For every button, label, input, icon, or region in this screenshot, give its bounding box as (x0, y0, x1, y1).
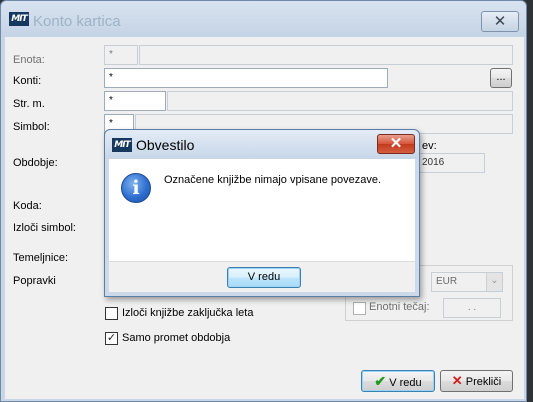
enotni-tecaj-field[interactable]: . . (443, 298, 501, 318)
konti-label: Konti: (13, 75, 42, 87)
currency-select[interactable]: EUR ⌄ (431, 272, 503, 292)
samo-promet-label: Samo promet obdobja (122, 332, 231, 344)
konti-field[interactable]: * (104, 68, 388, 88)
green-check-icon: ✔ (374, 373, 387, 389)
obvestilo-dialog: MIT Obvestilo ✕ i Označene knjižbe nimaj… (104, 129, 420, 297)
cancel-button-label: Prekliči (465, 376, 502, 388)
obdobje-label: Obdobje: (13, 157, 58, 169)
ok-button[interactable]: ✔ V redu (361, 370, 435, 392)
dialog-body: i Označene knjižbe nimajo vpisane poveza… (109, 159, 415, 292)
izloci-zakljucka-label: Izloči knjižbe zaključka leta (122, 307, 254, 319)
koda-label: Koda: (13, 200, 42, 212)
chevron-down-icon[interactable]: ⌄ (486, 273, 502, 291)
dialog-message: Označene knjižbe nimajo vpisane povezave… (164, 174, 382, 186)
dialog-title-bar[interactable]: MIT Obvestilo ✕ (105, 130, 419, 159)
enota-field[interactable]: * (104, 45, 138, 65)
currency-value: EUR (436, 276, 458, 287)
ok-button-label: V redu (389, 377, 422, 389)
popravki-label: Popravki (13, 275, 56, 287)
samo-promet-checkbox[interactable]: ✓ (105, 332, 118, 345)
strm-field[interactable]: * (104, 91, 166, 111)
main-close-button[interactable]: ✕ (481, 11, 519, 32)
enota-label: Enota: (13, 54, 45, 66)
cancel-button[interactable]: ✕ Prekliči (440, 370, 513, 392)
info-icon: i (121, 173, 151, 203)
dialog-title: Obvestilo (136, 137, 195, 153)
dialog-close-button[interactable]: ✕ (377, 134, 415, 154)
izloci-simbol-label: Izloči simbol: (13, 222, 76, 234)
dialog-ok-button[interactable]: V redu (227, 267, 301, 288)
red-x-icon: ✕ (451, 373, 463, 388)
obdobje-date-field[interactable]: 2016 (417, 153, 485, 173)
enota-name-field (139, 45, 513, 65)
temeljnice-label: Temeljnice: (13, 252, 69, 264)
app-logo-icon: MIT (9, 12, 29, 26)
konti-browse-button[interactable]: ... (490, 68, 512, 88)
obdobje-partial-label: ev: (422, 140, 437, 152)
enotni-tecaj-label: Enotni tečaj: (369, 301, 430, 313)
main-title-bar[interactable]: MIT Konto kartica ✕ (1, 1, 526, 37)
main-window-title: Konto kartica (33, 13, 121, 30)
simbol-label: Simbol: (13, 121, 50, 133)
strm-label: Str. m. (13, 98, 45, 110)
strm-name-field (167, 91, 513, 111)
dialog-button-bar: V redu (109, 261, 415, 292)
izloci-zakljucka-checkbox[interactable] (105, 307, 118, 320)
dialog-logo-icon: MIT (112, 138, 132, 152)
enotni-tecaj-checkbox[interactable] (353, 302, 366, 315)
